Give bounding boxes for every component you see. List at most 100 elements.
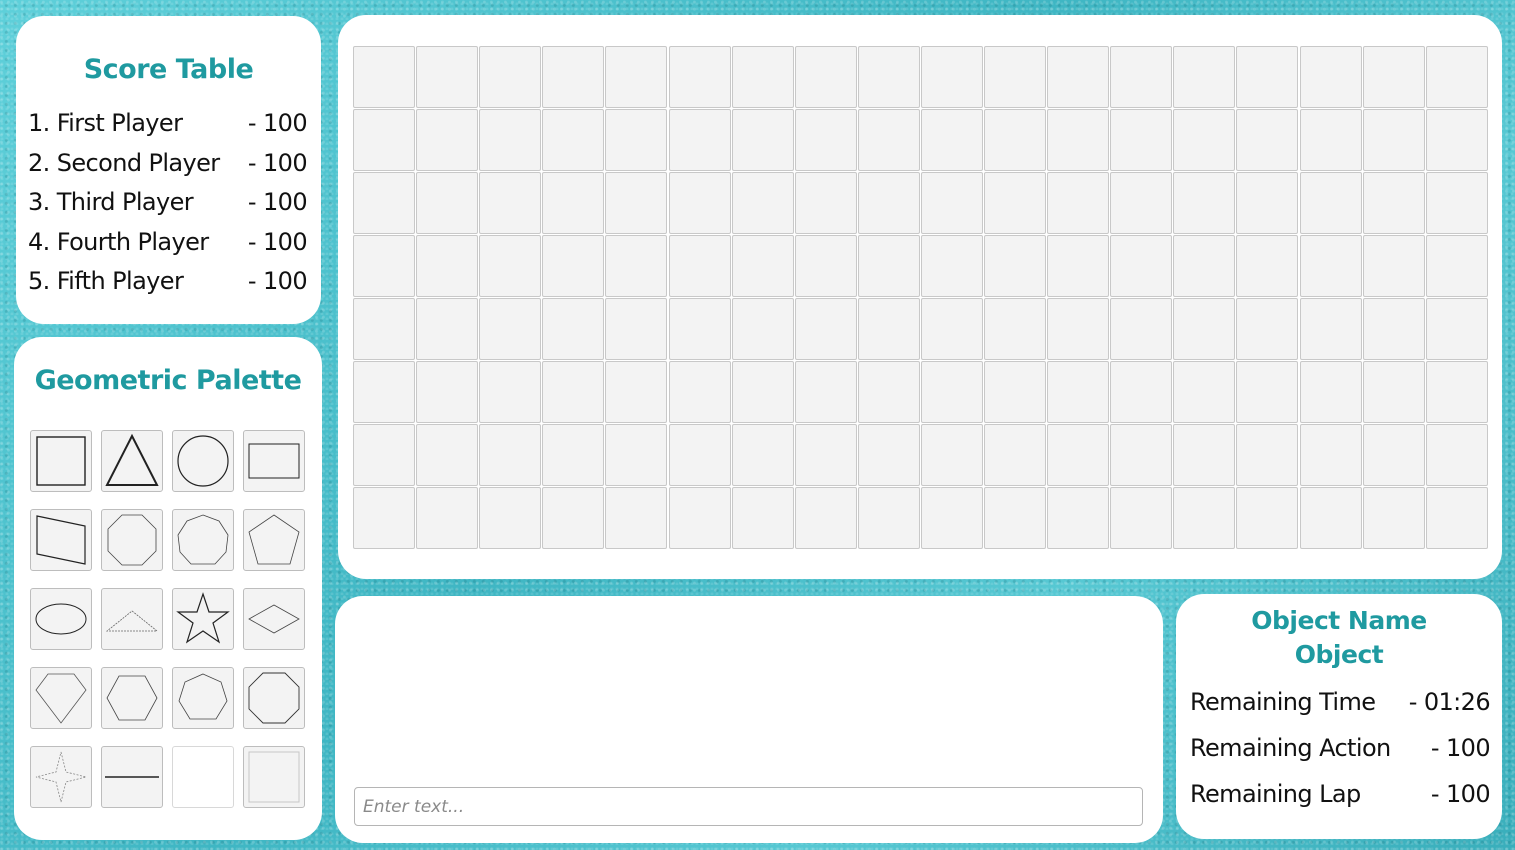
board-cell[interactable] bbox=[479, 361, 541, 423]
board-cell[interactable] bbox=[479, 298, 541, 360]
palette-tile-octagon[interactable] bbox=[101, 509, 163, 571]
board-cell[interactable] bbox=[921, 487, 983, 549]
board-cell[interactable] bbox=[605, 361, 667, 423]
board-cell[interactable] bbox=[1363, 172, 1425, 234]
board-cell[interactable] bbox=[605, 235, 667, 297]
board-cell[interactable] bbox=[732, 109, 794, 171]
board-cell[interactable] bbox=[1363, 298, 1425, 360]
palette-tile-octagon-large[interactable] bbox=[243, 667, 305, 729]
board-cell[interactable] bbox=[416, 424, 478, 486]
board-cell[interactable] bbox=[795, 46, 857, 108]
board-cell[interactable] bbox=[921, 298, 983, 360]
palette-tile-pentagon[interactable] bbox=[243, 509, 305, 571]
board-cell[interactable] bbox=[1236, 298, 1298, 360]
board-cell[interactable] bbox=[1236, 46, 1298, 108]
board-cell[interactable] bbox=[479, 235, 541, 297]
board-cell[interactable] bbox=[984, 424, 1046, 486]
board-cell[interactable] bbox=[542, 46, 604, 108]
board-cell[interactable] bbox=[353, 46, 415, 108]
board-cell[interactable] bbox=[921, 235, 983, 297]
board-cell[interactable] bbox=[1426, 235, 1488, 297]
board-cell[interactable] bbox=[542, 487, 604, 549]
palette-tile-line[interactable] bbox=[101, 746, 163, 808]
board-cell[interactable] bbox=[984, 298, 1046, 360]
palette-tile-blank-square[interactable] bbox=[243, 746, 305, 808]
board-cell[interactable] bbox=[605, 172, 667, 234]
board-cell[interactable] bbox=[669, 361, 731, 423]
board-cell[interactable] bbox=[1047, 46, 1109, 108]
board-cell[interactable] bbox=[1426, 109, 1488, 171]
board-cell[interactable] bbox=[1300, 46, 1362, 108]
board-cell[interactable] bbox=[353, 298, 415, 360]
board-cell[interactable] bbox=[858, 109, 920, 171]
board-cell[interactable] bbox=[1300, 298, 1362, 360]
board-cell[interactable] bbox=[1236, 109, 1298, 171]
palette-tile-rhombus[interactable] bbox=[243, 588, 305, 650]
board-cell[interactable] bbox=[1300, 172, 1362, 234]
board-cell[interactable] bbox=[669, 298, 731, 360]
board-cell[interactable] bbox=[921, 361, 983, 423]
board-cell[interactable] bbox=[1173, 424, 1235, 486]
board-cell[interactable] bbox=[858, 235, 920, 297]
board-cell[interactable] bbox=[605, 298, 667, 360]
board-cell[interactable] bbox=[669, 487, 731, 549]
board-cell[interactable] bbox=[1363, 487, 1425, 549]
board-cell[interactable] bbox=[984, 361, 1046, 423]
board-cell[interactable] bbox=[984, 109, 1046, 171]
board-cell[interactable] bbox=[1426, 172, 1488, 234]
board-cell[interactable] bbox=[542, 361, 604, 423]
board-cell[interactable] bbox=[1047, 298, 1109, 360]
board-cell[interactable] bbox=[984, 487, 1046, 549]
board-cell[interactable] bbox=[732, 172, 794, 234]
board-cell[interactable] bbox=[795, 298, 857, 360]
board-cell[interactable] bbox=[1363, 424, 1425, 486]
board-cell[interactable] bbox=[1236, 235, 1298, 297]
palette-tile-heptagon[interactable] bbox=[172, 667, 234, 729]
board-cell[interactable] bbox=[795, 235, 857, 297]
board-cell[interactable] bbox=[732, 361, 794, 423]
board-cell[interactable] bbox=[353, 487, 415, 549]
board-cell[interactable] bbox=[1110, 172, 1172, 234]
board-cell[interactable] bbox=[542, 298, 604, 360]
board-cell[interactable] bbox=[1173, 172, 1235, 234]
board-cell[interactable] bbox=[921, 172, 983, 234]
board-cell[interactable] bbox=[1300, 424, 1362, 486]
palette-tile-hexagon[interactable] bbox=[101, 667, 163, 729]
board-cell[interactable] bbox=[1173, 109, 1235, 171]
board-cell[interactable] bbox=[605, 424, 667, 486]
board-cell[interactable] bbox=[353, 172, 415, 234]
board-cell[interactable] bbox=[858, 361, 920, 423]
board-cell[interactable] bbox=[795, 424, 857, 486]
palette-tile-trapezoid[interactable] bbox=[30, 509, 92, 571]
board-cell[interactable] bbox=[416, 46, 478, 108]
board-cell[interactable] bbox=[732, 487, 794, 549]
board-cell[interactable] bbox=[1363, 235, 1425, 297]
board-cell[interactable] bbox=[1110, 109, 1172, 171]
board-cell[interactable] bbox=[984, 46, 1046, 108]
board-cell[interactable] bbox=[1047, 235, 1109, 297]
board-cell[interactable] bbox=[353, 109, 415, 171]
board-cell[interactable] bbox=[669, 424, 731, 486]
board-cell[interactable] bbox=[1300, 235, 1362, 297]
board-cell[interactable] bbox=[1173, 235, 1235, 297]
palette-tile-triangle[interactable] bbox=[101, 430, 163, 492]
board-cell[interactable] bbox=[858, 487, 920, 549]
board-cell[interactable] bbox=[605, 46, 667, 108]
board-cell[interactable] bbox=[542, 109, 604, 171]
board-cell[interactable] bbox=[1173, 298, 1235, 360]
board-cell[interactable] bbox=[795, 361, 857, 423]
board-cell[interactable] bbox=[669, 109, 731, 171]
board-cell[interactable] bbox=[669, 172, 731, 234]
board-cell[interactable] bbox=[1426, 46, 1488, 108]
board-cell[interactable] bbox=[921, 424, 983, 486]
board-cell[interactable] bbox=[858, 298, 920, 360]
board-cell[interactable] bbox=[1363, 109, 1425, 171]
chat-input[interactable] bbox=[354, 787, 1143, 826]
board-cell[interactable] bbox=[542, 235, 604, 297]
board-cell[interactable] bbox=[479, 487, 541, 549]
board-cell[interactable] bbox=[479, 46, 541, 108]
board-cell[interactable] bbox=[1173, 46, 1235, 108]
board-cell[interactable] bbox=[1236, 487, 1298, 549]
palette-tile-square[interactable] bbox=[30, 430, 92, 492]
board-cell[interactable] bbox=[1110, 361, 1172, 423]
